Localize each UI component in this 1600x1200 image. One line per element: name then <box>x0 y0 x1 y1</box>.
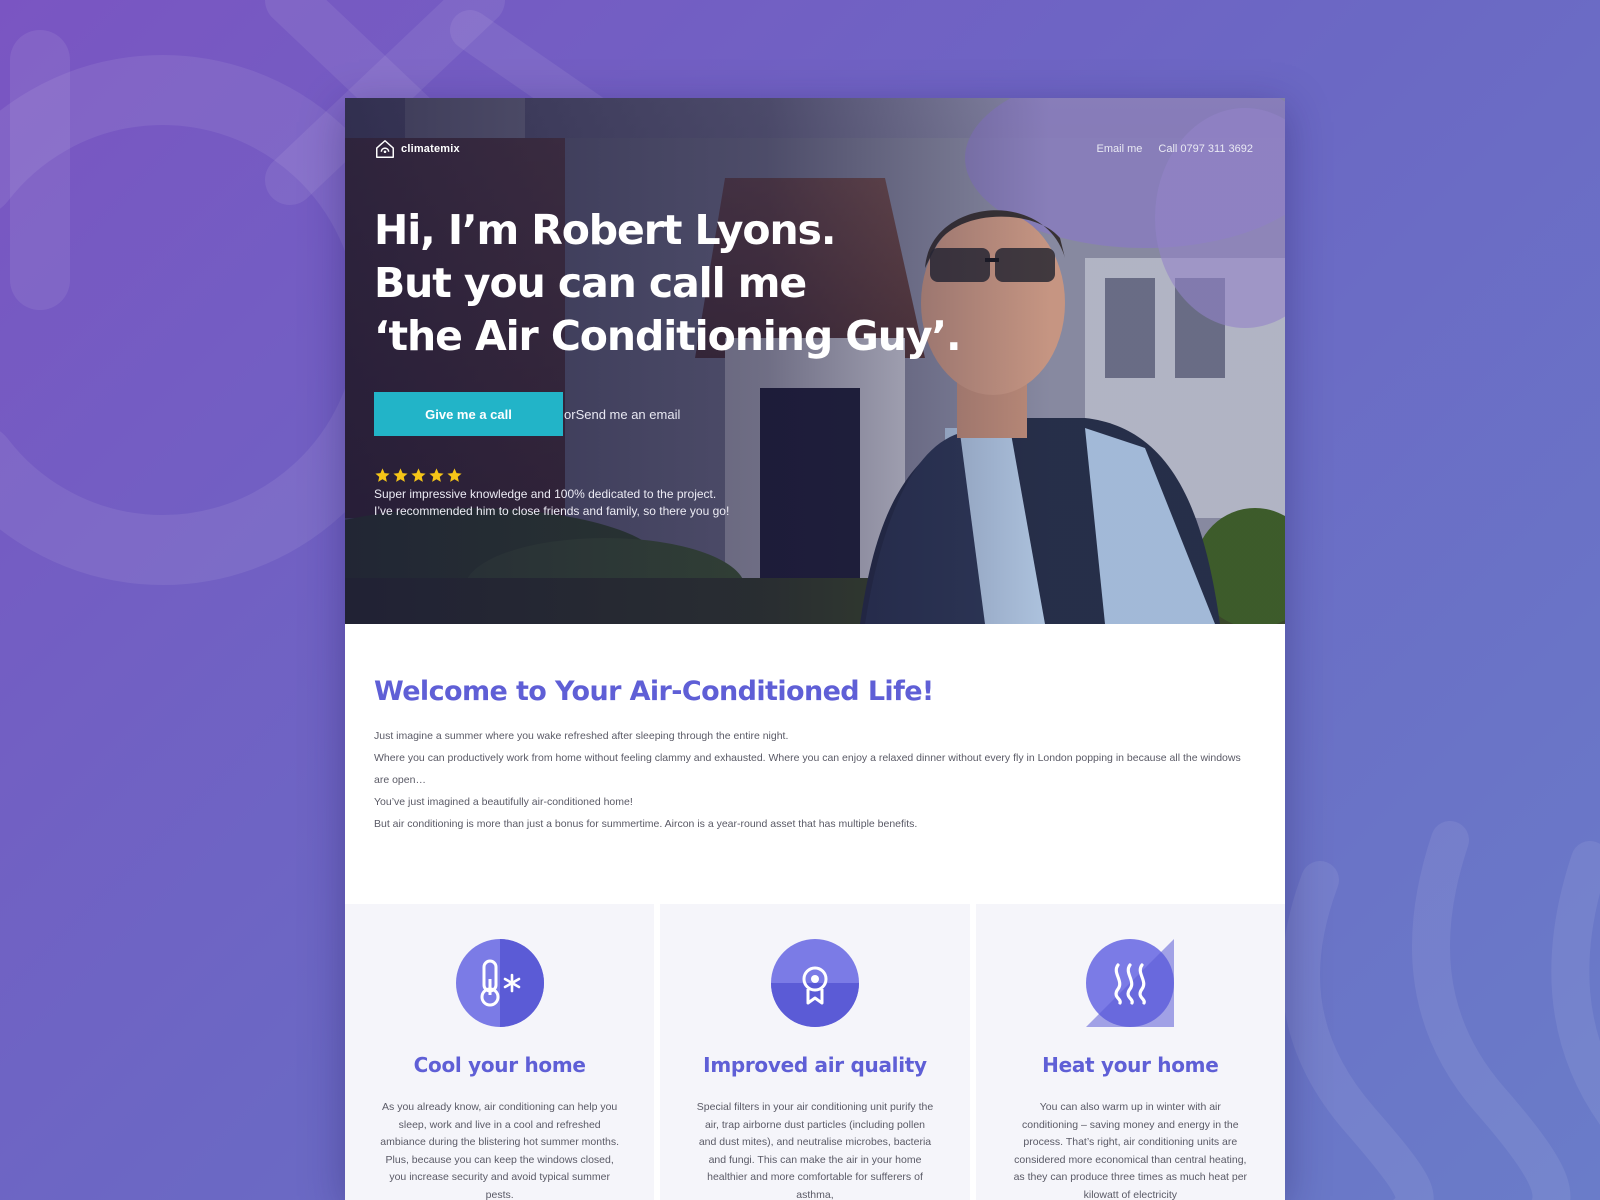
send-email-link[interactable]: Send me an email <box>576 407 681 422</box>
feature-text: You can also warm up in winter with air … <box>1013 1101 1248 1200</box>
star-icon <box>429 468 444 482</box>
or-separator: or <box>564 406 576 422</box>
feature-card-heat: Heat your home You can also warm up in w… <box>975 904 1285 1200</box>
feature-text: As you already know, air conditioning ca… <box>380 1101 619 1200</box>
feature-card-air-quality: Improved air quality Special filters in … <box>660 904 970 1200</box>
welcome-paragraph: Where you can productively work from hom… <box>374 752 1241 786</box>
review-line-1: Super impressive knowledge and 100% dedi… <box>374 487 717 501</box>
give-me-a-call-button[interactable]: Give me a call <box>374 392 563 436</box>
award-badge-icon <box>770 939 859 1027</box>
feature-card-cool: Cool your home As you already know, air … <box>345 904 655 1200</box>
feature-title: Heat your home <box>1042 1053 1219 1077</box>
headline-line-1: Hi, I’m Robert Lyons. <box>374 206 836 254</box>
call-phone-link[interactable]: Call 0797 311 3692 <box>1158 143 1253 155</box>
brand-logo[interactable]: climatemix <box>374 138 460 160</box>
star-icon <box>447 468 462 482</box>
hero-headline: Hi, I’m Robert Lyons. But you can call m… <box>374 204 962 363</box>
cta-row: Give me a call or Send me an email <box>374 392 680 436</box>
welcome-paragraph: Just imagine a summer where you wake ref… <box>374 730 789 742</box>
top-bar: climatemix Email me Call 0797 311 3692 <box>374 136 1253 162</box>
hero-section: climatemix Email me Call 0797 311 3692 H… <box>345 98 1285 624</box>
headline-line-2: But you can call me <box>374 259 807 307</box>
rating-stars <box>374 467 804 484</box>
welcome-paragraph: But air conditioning is more than just a… <box>374 818 918 830</box>
headline-line-3: ‘the Air Conditioning Guy’. <box>374 312 962 360</box>
feature-text: Special filters in your air conditioning… <box>696 1101 934 1200</box>
welcome-paragraph: You’ve just imagined a beautifully air-c… <box>374 796 633 808</box>
landing-page: climatemix Email me Call 0797 311 3692 H… <box>345 98 1285 1200</box>
star-icon <box>375 468 390 482</box>
star-icon <box>411 468 426 482</box>
testimonial: Super impressive knowledge and 100% dedi… <box>374 467 804 520</box>
house-logo-icon <box>376 140 394 158</box>
thermometer-snowflake-icon <box>455 939 544 1027</box>
email-me-link[interactable]: Email me <box>1097 143 1143 155</box>
star-icon <box>393 468 408 482</box>
feature-title: Cool your home <box>413 1053 586 1077</box>
features-section: Cool your home As you already know, air … <box>345 904 1285 1200</box>
review-line-2: I’ve recommended him to close friends an… <box>374 504 730 518</box>
heat-waves-icon <box>1086 939 1175 1027</box>
top-nav: Email me Call 0797 311 3692 <box>1097 143 1253 155</box>
welcome-title: Welcome to Your Air-Conditioned Life! <box>374 676 934 707</box>
feature-title: Improved air quality <box>703 1053 927 1077</box>
welcome-section: Welcome to Your Air-Conditioned Life! Ju… <box>374 676 1254 835</box>
brand-name: climatemix <box>401 143 460 155</box>
